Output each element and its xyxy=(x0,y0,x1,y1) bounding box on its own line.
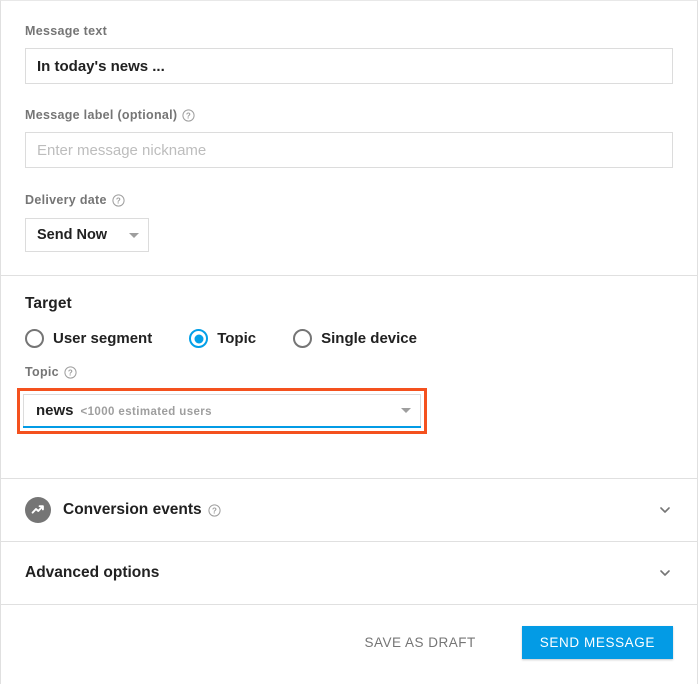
radio-single-device[interactable] xyxy=(293,329,313,348)
chevron-down-icon[interactable] xyxy=(657,502,673,518)
message-label-label: Message label (optional) ? xyxy=(25,107,673,123)
delivery-date-select[interactable]: Send Now xyxy=(25,218,149,252)
topic-selected-name: news xyxy=(36,402,74,419)
conversion-events-left: Conversion events ? xyxy=(25,497,221,523)
delivery-date-selected-value: Send Now xyxy=(37,227,108,243)
message-text-label: Message text xyxy=(25,23,673,39)
message-label-field-group: Message label (optional) ? Enter message… xyxy=(25,107,673,168)
help-circle-icon[interactable]: ? xyxy=(182,108,195,122)
message-label-input[interactable]: Enter message nickname xyxy=(25,132,673,168)
topic-label: Topic ? xyxy=(25,364,673,380)
message-label-placeholder: Enter message nickname xyxy=(37,141,207,159)
topic-select-underline xyxy=(23,426,421,428)
message-text-label-text: Message text xyxy=(25,24,108,38)
topic-select[interactable]: news <1000 estimated users xyxy=(23,394,421,426)
caret-down-icon xyxy=(401,408,411,413)
delivery-date-label-text: Delivery date xyxy=(25,193,107,207)
advanced-options-title: Advanced options xyxy=(25,564,160,581)
save-as-draft-button[interactable]: SAVE AS DRAFT xyxy=(350,625,489,660)
message-composer-page: Message text In today's news ... Message… xyxy=(0,0,698,684)
help-circle-icon[interactable]: ? xyxy=(64,365,77,379)
svg-text:?: ? xyxy=(212,506,217,515)
target-option-user-segment[interactable]: User segment xyxy=(25,329,152,348)
topic-estimated-users: <1000 estimated users xyxy=(80,406,212,418)
svg-text:?: ? xyxy=(116,196,121,205)
topic-select-content: news <1000 estimated users xyxy=(36,402,212,419)
conversion-events-title-wrap: Conversion events ? xyxy=(63,501,221,519)
radio-topic[interactable] xyxy=(189,329,209,348)
target-option-topic[interactable]: Topic xyxy=(189,329,256,348)
message-label-label-text: Message label (optional) xyxy=(25,108,178,122)
message-details-section: Message text In today's news ... Message… xyxy=(1,1,697,275)
advanced-options-row[interactable]: Advanced options xyxy=(1,542,697,604)
chevron-down-icon[interactable] xyxy=(657,565,673,581)
topic-field-group: Topic ? news <1000 estimated users xyxy=(17,364,673,434)
help-circle-icon[interactable]: ? xyxy=(112,193,125,207)
caret-down-icon xyxy=(129,232,139,238)
target-section: Target User segment Topic Single device … xyxy=(1,276,697,478)
send-message-button[interactable]: SEND MESSAGE xyxy=(521,626,673,659)
delivery-date-field-group: Delivery date ? Send Now xyxy=(25,192,673,275)
target-section-spacer xyxy=(25,434,673,478)
help-circle-icon[interactable]: ? xyxy=(208,503,221,517)
radio-user-segment[interactable] xyxy=(25,329,44,348)
target-option-single-device[interactable]: Single device xyxy=(293,329,417,348)
target-option-user-segment-label: User segment xyxy=(53,330,153,347)
topic-select-highlight: news <1000 estimated users xyxy=(17,388,427,434)
target-option-topic-label: Topic xyxy=(217,330,257,347)
message-text-value: In today's news ... xyxy=(37,57,165,75)
message-text-field-group: Message text In today's news ... xyxy=(25,23,673,84)
delivery-date-label: Delivery date ? xyxy=(25,192,673,208)
target-option-single-device-label: Single device xyxy=(321,330,417,347)
topic-label-text: Topic xyxy=(25,365,59,379)
analytics-trending-up-icon xyxy=(25,497,51,523)
svg-text:?: ? xyxy=(68,368,73,377)
target-section-title: Target xyxy=(25,295,72,312)
form-footer: SAVE AS DRAFT SEND MESSAGE xyxy=(1,605,697,680)
svg-text:?: ? xyxy=(186,111,191,120)
target-radio-group[interactable]: User segment Topic Single device xyxy=(25,329,673,348)
conversion-events-title: Conversion events xyxy=(63,501,202,518)
advanced-options-left: Advanced options xyxy=(25,564,159,582)
conversion-events-row[interactable]: Conversion events ? xyxy=(1,479,697,541)
message-text-input[interactable]: In today's news ... xyxy=(25,48,673,84)
